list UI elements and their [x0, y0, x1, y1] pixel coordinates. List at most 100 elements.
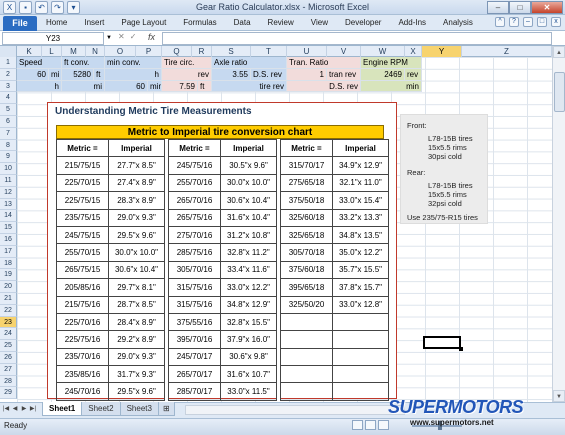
- tire-chart-picture[interactable]: Understanding Metric Tire Measurements M…: [47, 102, 397, 401]
- speed-header[interactable]: Speed: [17, 57, 62, 69]
- workbook-close-icon[interactable]: x: [551, 17, 561, 27]
- tire-circ-unit[interactable]: rev: [162, 68, 212, 81]
- active-cell[interactable]: [423, 336, 461, 349]
- column-header[interactable]: U: [287, 46, 327, 57]
- row-header[interactable]: 13: [0, 198, 17, 211]
- tab-insert[interactable]: Insert: [84, 18, 104, 27]
- tran-ratio-value[interactable]: 1: [287, 68, 327, 81]
- minimize-button[interactable]: –: [487, 1, 509, 14]
- maximize-button[interactable]: □: [509, 1, 531, 14]
- min-conv-unit[interactable]: h: [105, 68, 162, 81]
- row-header[interactable]: 10: [0, 163, 17, 175]
- row-header[interactable]: 6: [0, 116, 17, 128]
- axle-ratio-header[interactable]: Axle ratio: [212, 57, 287, 69]
- column-header[interactable]: M: [62, 46, 86, 57]
- tab-add-ins[interactable]: Add-Ins: [398, 18, 426, 27]
- vertical-scrollbar[interactable]: ▲ ▼: [552, 46, 565, 402]
- axle-ratio-value[interactable]: 3.55: [212, 68, 251, 81]
- last-sheet-icon[interactable]: ▶|: [29, 404, 37, 414]
- help-icon[interactable]: ?: [509, 17, 519, 27]
- row-header[interactable]: 11: [0, 175, 17, 187]
- workbook-minimize-icon[interactable]: –: [523, 17, 533, 27]
- tab-page-layout[interactable]: Page Layout: [121, 18, 166, 27]
- axle-ratio-unit[interactable]: D.S. rev: [251, 68, 287, 81]
- column-header[interactable]: Q: [162, 46, 192, 57]
- ft-conv-header[interactable]: ft conv.: [62, 57, 105, 69]
- ft-conv-denominator[interactable]: mi: [62, 80, 105, 93]
- column-header[interactable]: O: [105, 46, 136, 57]
- row-header[interactable]: 24: [0, 328, 17, 341]
- insert-function-button[interactable]: fx: [148, 32, 155, 42]
- prev-sheet-icon[interactable]: ◀: [11, 404, 19, 414]
- tran-ratio-header[interactable]: Tran. Ratio: [287, 57, 361, 69]
- tab-developer[interactable]: Developer: [345, 18, 381, 27]
- sheet-tab-sheet1[interactable]: Sheet1: [42, 402, 83, 416]
- row-header-selected[interactable]: 23: [0, 316, 17, 329]
- scroll-up-icon[interactable]: ▲: [553, 46, 565, 58]
- column-header[interactable]: W: [361, 46, 405, 57]
- column-header[interactable]: R: [192, 46, 212, 57]
- close-button[interactable]: ✕: [531, 1, 563, 14]
- workbook-restore-icon[interactable]: □: [537, 17, 547, 27]
- column-header[interactable]: P: [136, 46, 162, 57]
- column-header[interactable]: N: [86, 46, 105, 57]
- row-header[interactable]: 22: [0, 304, 17, 317]
- first-sheet-icon[interactable]: |◀: [2, 404, 10, 414]
- tab-formulas[interactable]: Formulas: [183, 18, 216, 27]
- worksheet-grid[interactable]: K L M N O P Q R S T U V W X Y Z 1 2 3 4 …: [0, 46, 552, 402]
- row-header[interactable]: 12: [0, 186, 17, 199]
- sheet-tab-sheet2[interactable]: Sheet2: [81, 402, 121, 416]
- speed-unit[interactable]: mi: [49, 68, 62, 81]
- row-header[interactable]: 4: [0, 92, 17, 105]
- speed-value[interactable]: 60: [17, 68, 49, 81]
- file-tab[interactable]: File: [3, 16, 37, 31]
- page-break-view-icon[interactable]: [378, 420, 389, 430]
- tab-data[interactable]: Data: [234, 18, 251, 27]
- row-header[interactable]: 2: [0, 68, 17, 81]
- column-header[interactable]: T: [251, 46, 287, 57]
- column-header[interactable]: V: [327, 46, 361, 57]
- row-header[interactable]: 26: [0, 352, 17, 364]
- scroll-thumb[interactable]: [554, 72, 565, 112]
- horizontal-scrollbar[interactable]: [185, 405, 405, 415]
- column-header[interactable]: Z: [462, 46, 552, 57]
- new-sheet-icon[interactable]: ⊞: [157, 402, 175, 416]
- min-conv-header[interactable]: min conv.: [105, 57, 162, 69]
- ribbon-minimize-icon[interactable]: ^: [495, 17, 505, 27]
- column-header[interactable]: S: [212, 46, 251, 57]
- name-box-dropdown-icon[interactable]: ▼: [104, 32, 114, 45]
- row-header[interactable]: 15: [0, 222, 17, 234]
- row-header[interactable]: 1: [0, 57, 17, 69]
- row-header[interactable]: 27: [0, 363, 17, 376]
- tab-analysis[interactable]: Analysis: [443, 18, 473, 27]
- engine-rpm-denominator[interactable]: min: [361, 80, 422, 93]
- select-all-corner[interactable]: [0, 46, 17, 57]
- notes-box[interactable]: Front: L78-15B tires 15x5.5 rims 30psi c…: [400, 114, 488, 224]
- confirm-entry-icon[interactable]: ✓: [130, 32, 137, 41]
- axle-ratio-denominator[interactable]: tire rev: [212, 80, 287, 93]
- column-header[interactable]: K: [17, 46, 42, 57]
- engine-rpm-header[interactable]: Engine RPM: [361, 57, 422, 69]
- sheet-tab-sheet3[interactable]: Sheet3: [119, 402, 159, 416]
- column-header-selected[interactable]: Y: [422, 46, 462, 57]
- speed-denominator[interactable]: h: [17, 80, 62, 93]
- row-header[interactable]: 18: [0, 257, 17, 270]
- column-header[interactable]: L: [42, 46, 62, 57]
- row-header[interactable]: 8: [0, 139, 17, 152]
- row-header[interactable]: 3: [0, 80, 17, 93]
- row-header[interactable]: 17: [0, 245, 17, 258]
- tire-circ-denominator[interactable]: ft: [198, 80, 212, 93]
- cancel-entry-icon[interactable]: ✕: [118, 32, 125, 41]
- tran-ratio-unit[interactable]: tran rev: [327, 68, 361, 81]
- tab-view[interactable]: View: [311, 18, 328, 27]
- row-header[interactable]: 7: [0, 127, 17, 140]
- row-header[interactable]: 21: [0, 293, 17, 305]
- row-header[interactable]: 25: [0, 340, 17, 352]
- row-header[interactable]: 5: [0, 104, 17, 116]
- row-header[interactable]: 14: [0, 210, 17, 223]
- engine-rpm-value[interactable]: 2469: [361, 68, 405, 81]
- formula-input[interactable]: [162, 32, 552, 45]
- ft-conv-value[interactable]: 5280: [62, 68, 94, 81]
- tab-home[interactable]: Home: [46, 18, 67, 27]
- scroll-down-icon[interactable]: ▼: [553, 390, 565, 402]
